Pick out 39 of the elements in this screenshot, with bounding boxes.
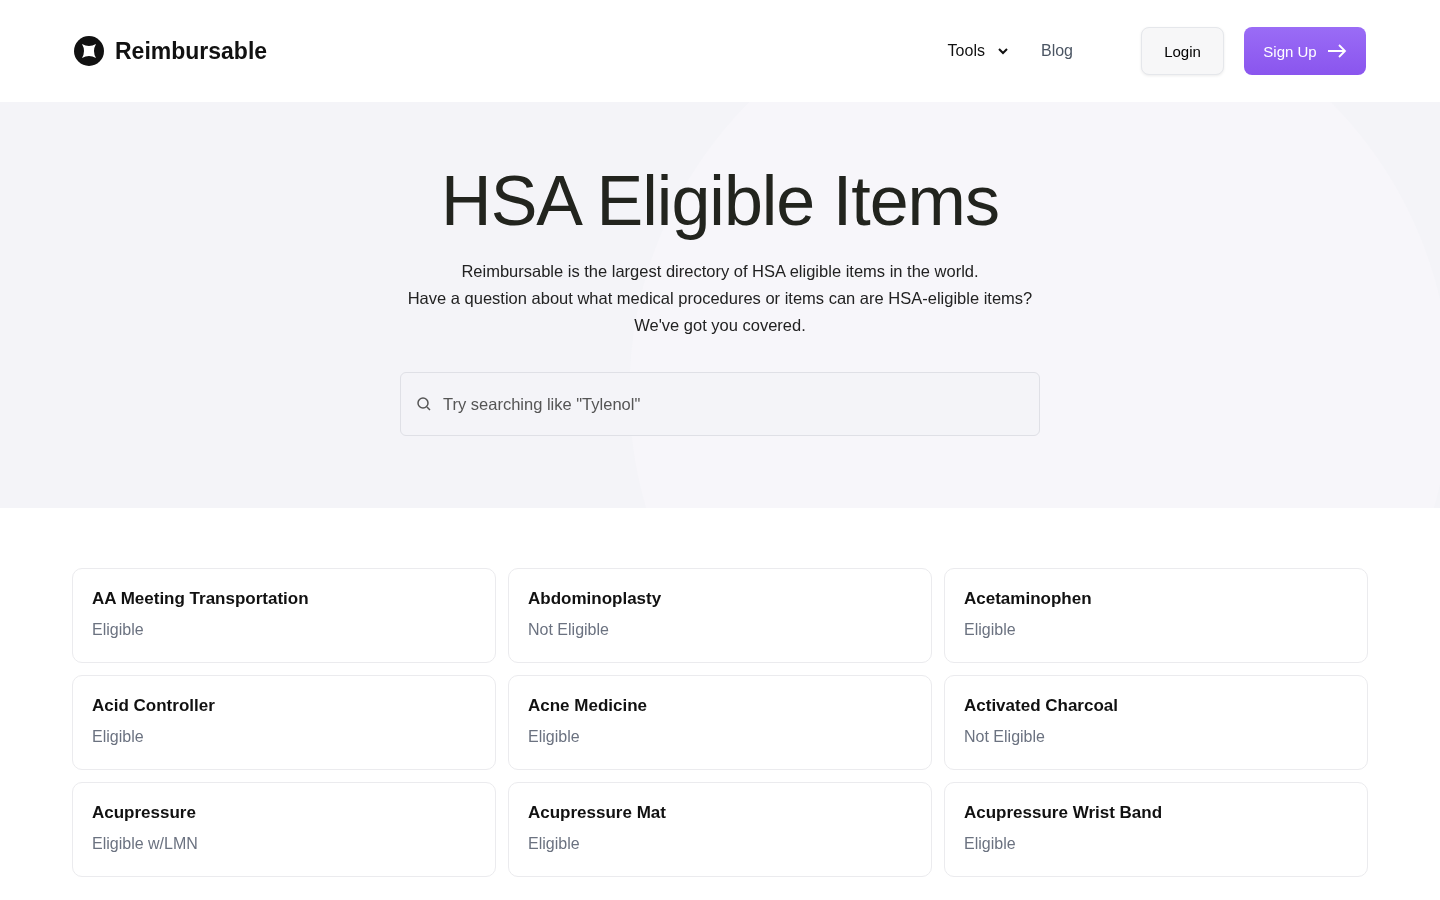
hero-description: Reimbursable is the largest directory of HSA eligible items in the world. Have a question about what medical procedures or items can are HSA-eligible items? We've got you covered.: [407, 261, 1033, 336]
item-card[interactable]: Acupressure Wrist Band Eligible: [944, 782, 1368, 877]
eligibility-status: Eligible: [92, 728, 145, 746]
item-card[interactable]: Acid Controller Eligible: [72, 675, 496, 770]
item-name: Acupressure Mat: [528, 803, 667, 823]
logo-icon: [74, 36, 104, 66]
brand-name[interactable]: Reimbursable: [115, 37, 268, 65]
item-card[interactable]: Activated Charcoal Not Eligible: [944, 675, 1368, 770]
item-name: Acupressure: [92, 803, 197, 823]
item-card[interactable]: Acne Medicine Eligible: [508, 675, 932, 770]
item-name: Acid Controller: [92, 696, 216, 716]
item-card[interactable]: Acupressure Eligible w/LMN: [72, 782, 496, 877]
eligibility-status: Eligible: [528, 835, 581, 853]
nav-dropdown[interactable]: Tools: [947, 42, 1009, 60]
item-card[interactable]: Acetaminophen Eligible: [944, 568, 1368, 663]
eligibility-status: Eligible: [964, 621, 1017, 639]
item-name: AA Meeting Transportation: [92, 589, 310, 609]
nav-link[interactable]: Blog: [1040, 42, 1073, 60]
item-card[interactable]: Acupressure Mat Eligible: [508, 782, 932, 877]
arrow-right-icon: [1326, 44, 1347, 58]
item-card[interactable]: AA Meeting Transportation Eligible: [72, 568, 496, 663]
item-name: Abdominoplasty: [528, 589, 663, 609]
eligibility-status: Eligible: [964, 835, 1017, 853]
item-name: Activated Charcoal: [964, 696, 1119, 716]
item-name: Acetaminophen: [964, 589, 1093, 609]
eligibility-status: Eligible: [528, 728, 581, 746]
item-name: Acupressure Wrist Band: [964, 803, 1164, 823]
search-icon: [416, 396, 432, 412]
login-button[interactable]: Login: [1141, 27, 1224, 75]
search-field[interactable]: Try searching like "Tylenol": [400, 372, 1040, 436]
eligibility-status: Eligible w/LMN: [92, 835, 199, 853]
item-name: Acne Medicine: [528, 696, 649, 716]
page-title: HSA Eligible Items: [440, 161, 1000, 242]
eligibility-status: Not Eligible: [964, 728, 1046, 746]
sign-up-button[interactable]: Sign Up: [1244, 27, 1366, 75]
eligibility-status: Not Eligible: [528, 621, 610, 639]
item-card[interactable]: Abdominoplasty Not Eligible: [508, 568, 932, 663]
chevron-down-icon: [996, 47, 1009, 55]
eligibility-status: Eligible: [92, 621, 145, 639]
